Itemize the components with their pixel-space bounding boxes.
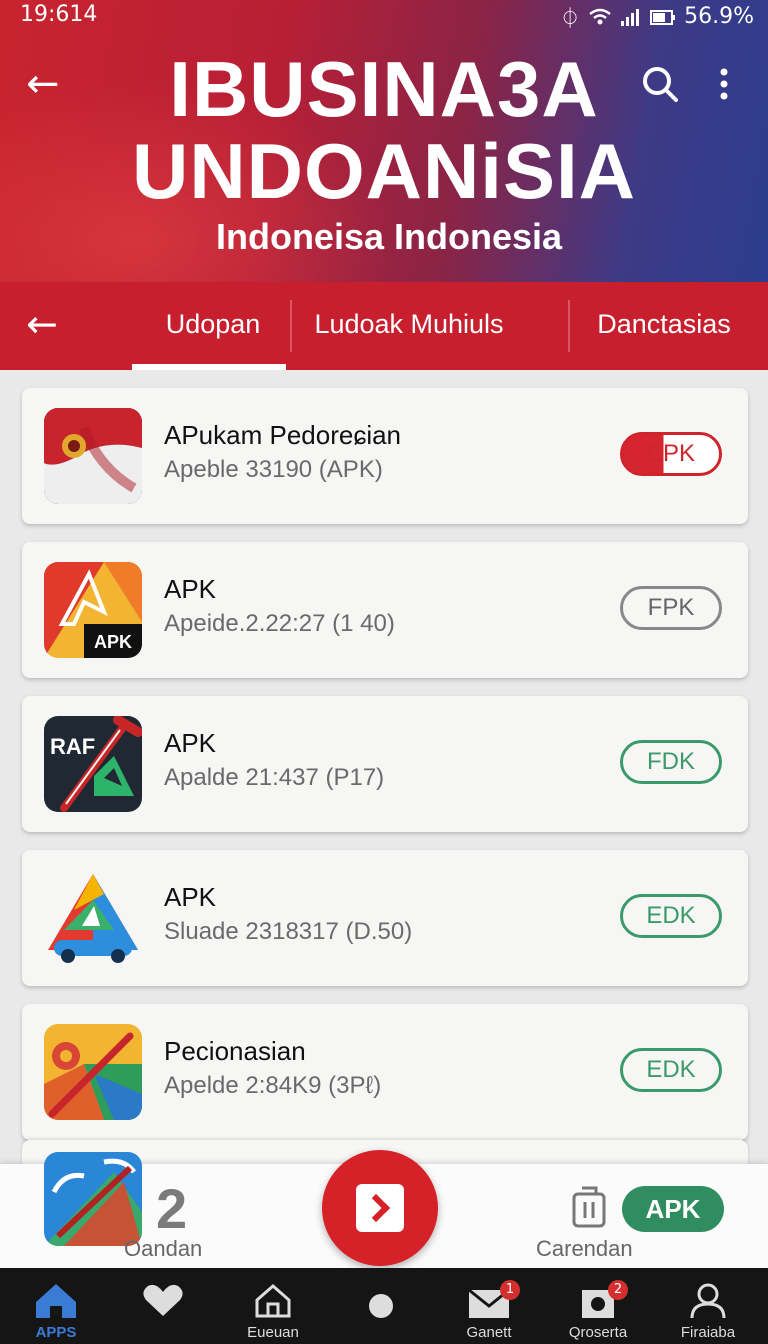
battery-percent: 56.9% xyxy=(684,4,754,29)
app-version: Apeble 33190 (APK) xyxy=(164,456,383,483)
nav-label: Eueuan xyxy=(247,1324,299,1341)
apk-red-icon: APK xyxy=(44,562,142,658)
delete-icon[interactable] xyxy=(568,1184,610,1228)
app-version: Apeide.2.22:27 (1 40) xyxy=(164,610,395,637)
install-button[interactable]: EPK xyxy=(620,432,722,476)
app-list: APukam Pedoreɕian Apeble 33190 (APK) EPK… xyxy=(22,388,748,1158)
install-button[interactable]: FDK xyxy=(620,740,722,784)
mail-icon xyxy=(468,1288,510,1318)
vibrate-icon: ⏀ xyxy=(560,6,581,30)
app-name: APK xyxy=(164,574,217,604)
tab-divider xyxy=(290,300,292,352)
list-item[interactable]: Pecionasian Apelde 2:84K9 (3Pℓ) EDK xyxy=(22,1004,748,1140)
triangle-car-icon xyxy=(44,870,142,966)
page-subtitle: Indoneisa Indonesia xyxy=(215,216,563,257)
nav-home[interactable]: Eueuan xyxy=(228,1268,318,1344)
status-time: 19:614 xyxy=(20,2,98,27)
dot-icon xyxy=(369,1294,393,1318)
search-icon[interactable] xyxy=(638,62,682,106)
app-name: APukam Pedoreɕian xyxy=(164,420,402,450)
nav-settings[interactable]: 2 Qroserta xyxy=(552,1268,644,1344)
app-version: Sluade 2318317 (D.50) xyxy=(164,918,413,945)
more-vert-icon[interactable] xyxy=(708,62,740,106)
settings-icon xyxy=(582,1290,614,1318)
dart-app-icon[interactable] xyxy=(44,1152,142,1246)
nav-label: Ganett xyxy=(466,1324,512,1341)
tab-udopan[interactable]: Udopan xyxy=(138,282,288,370)
install-button[interactable]: EDK xyxy=(620,894,722,938)
app-header: 19:614 ⏀ 56.9% ← IBUSINA3A UNDOANiSIA In… xyxy=(0,0,768,282)
app-name: Pecionasian xyxy=(164,1036,306,1066)
wifi-icon xyxy=(589,8,611,24)
app-name: APK xyxy=(164,882,217,912)
signal-icon xyxy=(621,8,640,26)
list-item[interactable]: APukam Pedoreɕian Apeble 33190 (APK) EPK xyxy=(22,388,748,524)
tab-ludoak-muhiuls[interactable]: Ludoak Muhiuls xyxy=(296,282,522,370)
download-count: 2 xyxy=(156,1177,188,1240)
nav-favorites[interactable] xyxy=(118,1268,208,1344)
flag-emblem-icon xyxy=(44,408,142,504)
downloads-label: Oandan xyxy=(124,1236,203,1261)
raf-tool-icon: RAF xyxy=(44,716,142,812)
apk-button[interactable]: APK xyxy=(622,1186,724,1232)
list-item[interactable]: APK Sluade 2318317 (D.50) EDK xyxy=(22,850,748,986)
app-version: Apelde 2:84K9 (3Pℓ) xyxy=(164,1072,382,1099)
notification-badge: 1 xyxy=(500,1280,520,1300)
status-bar: 19:614 ⏀ 56.9% xyxy=(0,0,768,32)
nav-label: Firaiaba xyxy=(680,1324,736,1341)
notification-badge: 2 xyxy=(608,1280,628,1300)
nav-label: APPS xyxy=(35,1324,77,1341)
heart-icon xyxy=(143,1284,183,1316)
list-item[interactable]: APK APK Apeide.2.22:27 (1 40) FPK xyxy=(22,542,748,678)
colorful-pen-icon xyxy=(44,1024,142,1120)
list-item[interactable]: RAF APK Apalde 21:437 (P17) FDK xyxy=(22,696,748,832)
person-icon xyxy=(690,1283,726,1319)
nav-profile[interactable]: Firaiaba xyxy=(662,1268,754,1344)
battery-icon xyxy=(650,9,676,25)
bottom-navigation: APPS Eueuan 1 Ganett 2 Qroserta Firaiaba xyxy=(0,1268,768,1344)
app-name: APK xyxy=(164,728,217,758)
home-icon xyxy=(36,1284,76,1318)
svg-text:APK: APK xyxy=(94,632,132,652)
calendar-label: Carendan xyxy=(536,1236,633,1261)
nav-messages[interactable]: 1 Ganett xyxy=(444,1268,534,1344)
play-fab-button[interactable] xyxy=(322,1150,438,1266)
nav-center[interactable] xyxy=(336,1268,426,1344)
nav-label: Qroserta xyxy=(568,1324,628,1341)
play-icon xyxy=(356,1184,404,1232)
active-tab-indicator xyxy=(132,364,286,370)
tab-bar: ← Udopan Ludoak Muhiuls Danctasias xyxy=(0,282,768,370)
svg-text:RAF: RAF xyxy=(50,734,95,759)
page-title-line2: UNDOANiSIA xyxy=(131,127,636,215)
install-button[interactable]: FPK xyxy=(620,586,722,630)
install-button[interactable]: EDK xyxy=(620,1048,722,1092)
app-version: Apalde 21:437 (P17) xyxy=(164,764,385,791)
tab-back-arrow-icon[interactable]: ← xyxy=(26,302,70,346)
tab-divider xyxy=(568,300,570,352)
nav-apps[interactable]: APPS xyxy=(10,1268,102,1344)
house-outline-icon xyxy=(255,1284,291,1318)
tab-danctasias[interactable]: Danctasias xyxy=(576,282,752,370)
